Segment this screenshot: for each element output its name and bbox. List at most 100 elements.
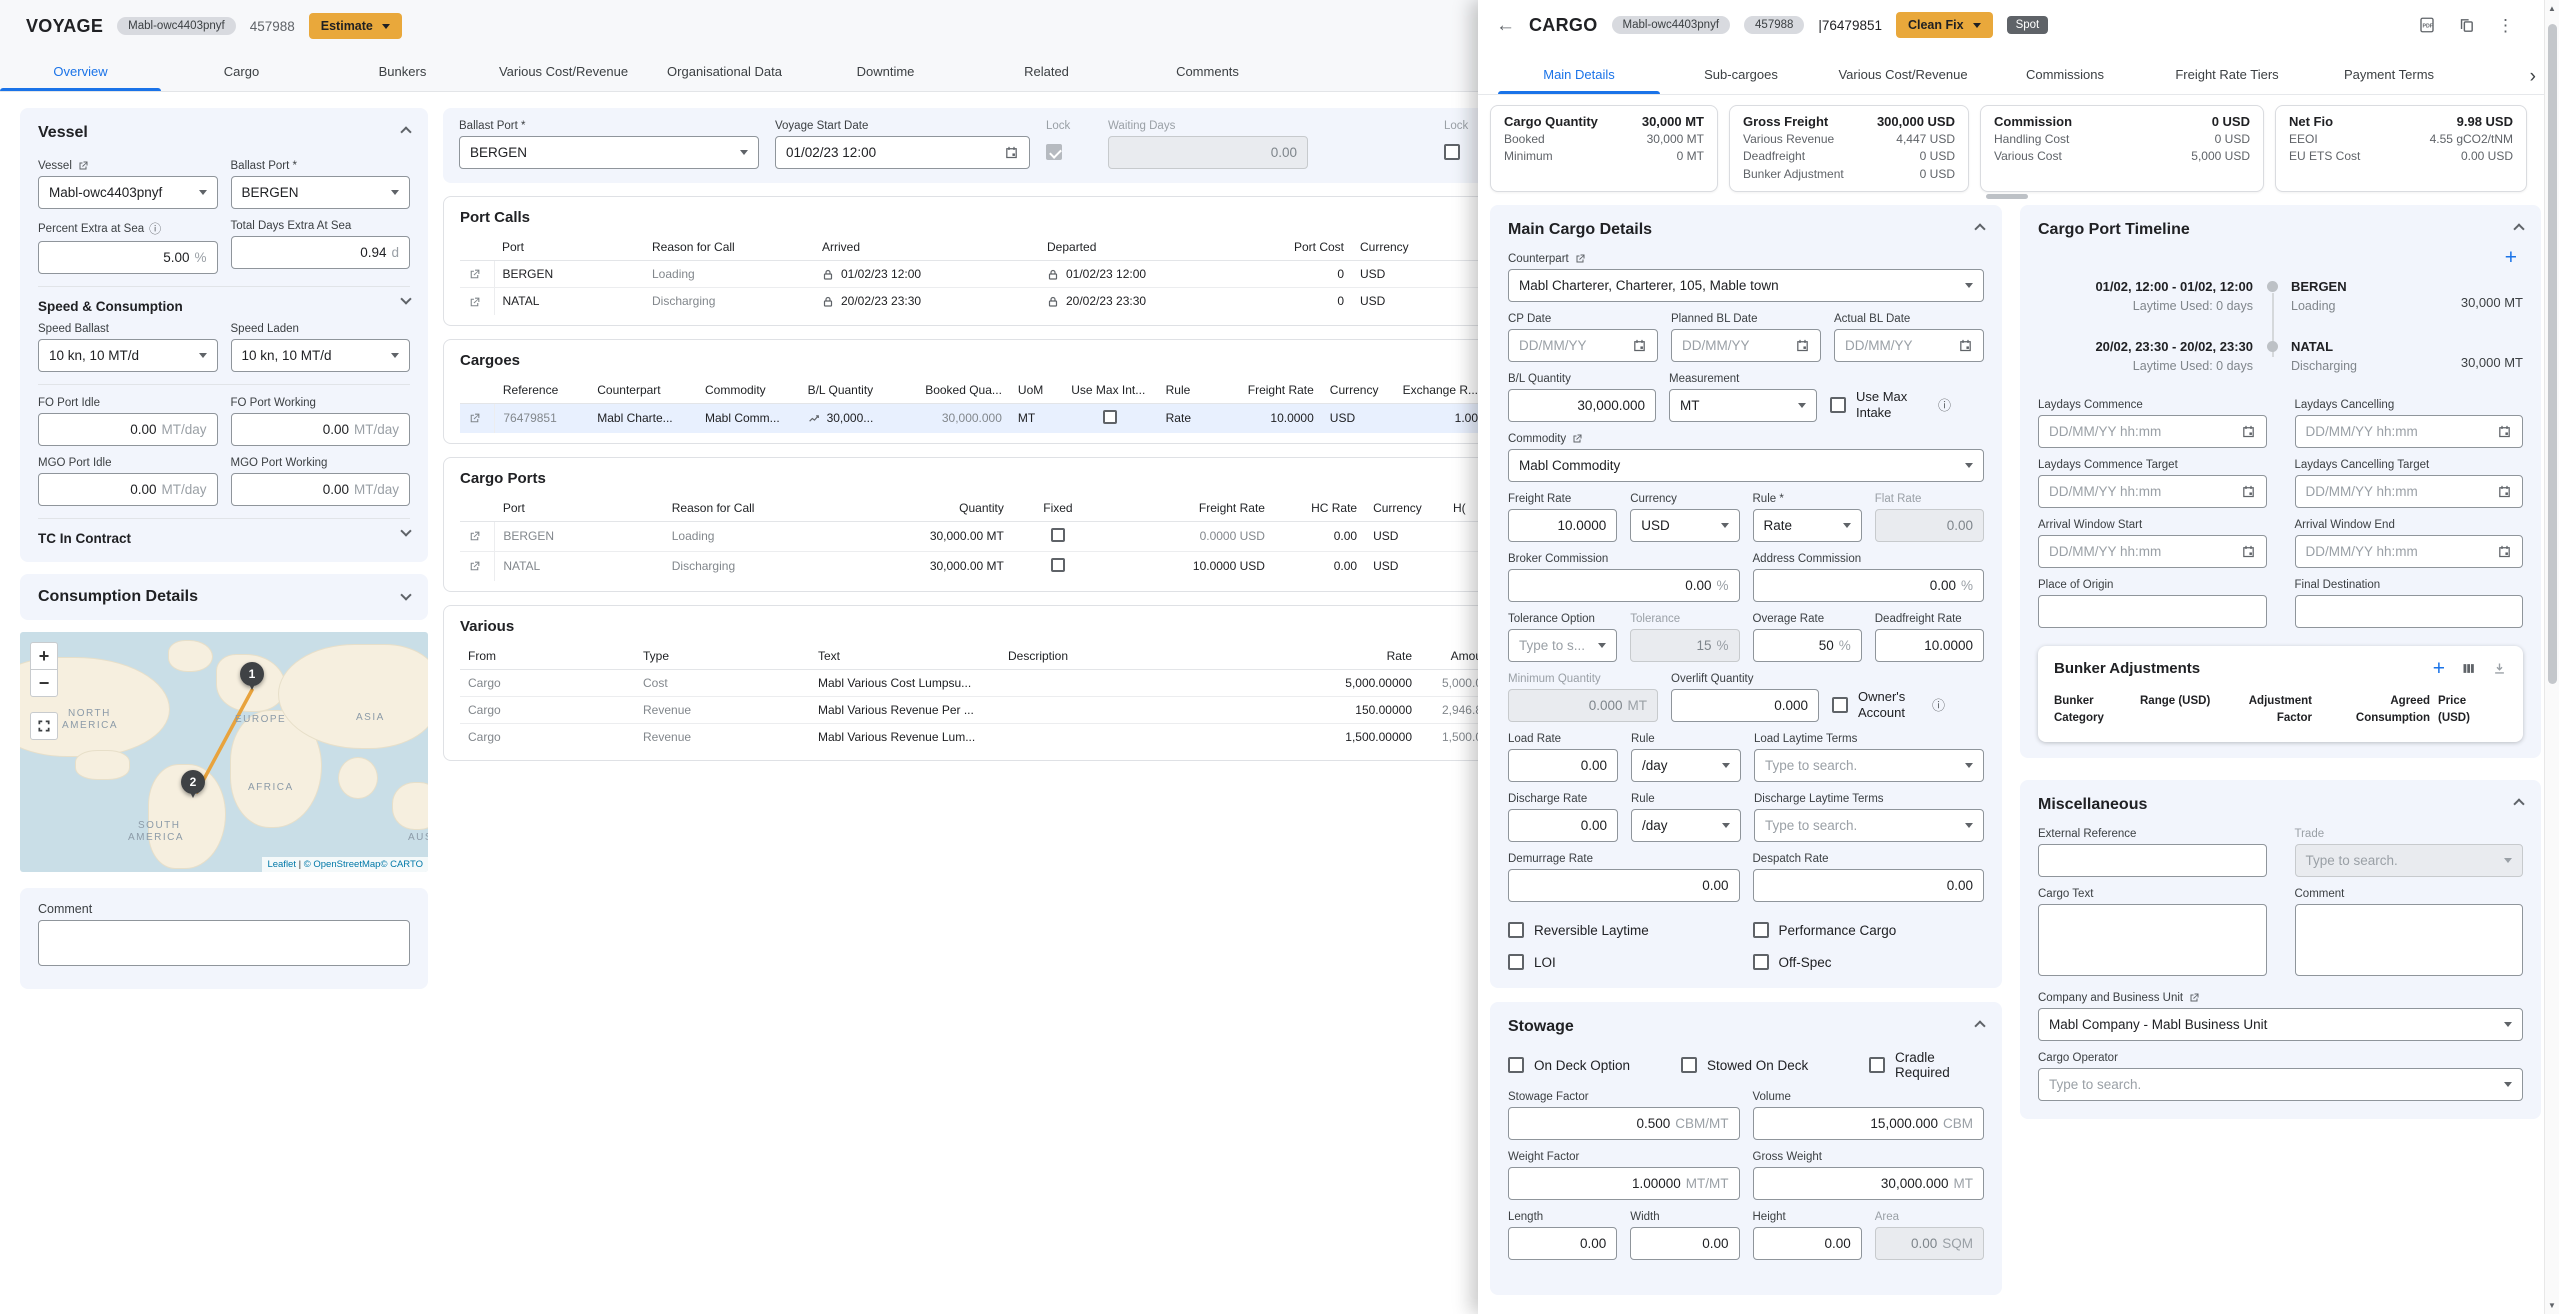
- scroll-down-icon[interactable]: ▼: [2548, 1301, 2556, 1310]
- calendar-icon[interactable]: [2241, 544, 2256, 559]
- rule-select[interactable]: Rate: [1753, 509, 1862, 542]
- stowed-on-deck-checkbox[interactable]: [1681, 1057, 1697, 1073]
- expand-icon[interactable]: [400, 293, 411, 304]
- map-marker-1[interactable]: 1: [240, 662, 264, 686]
- actual-bl-date-input[interactable]: DD/MM/YY: [1834, 329, 1984, 362]
- discharge-rate-input[interactable]: 0.00: [1508, 809, 1618, 842]
- collapse-icon[interactable]: [1974, 223, 1985, 234]
- laydays-commence-input[interactable]: DD/MM/YY hh:mm: [2038, 415, 2267, 448]
- carto-link[interactable]: © CARTO: [380, 859, 423, 870]
- discharge-laytime-terms-select[interactable]: Type to search.: [1754, 809, 1984, 842]
- measurement-select[interactable]: MT: [1669, 389, 1817, 422]
- place-of-origin-input[interactable]: [2038, 595, 2267, 628]
- ballast-port-select[interactable]: BERGEN: [231, 176, 411, 209]
- cp-date-input[interactable]: DD/MM/YY: [1508, 329, 1658, 362]
- calendar-icon[interactable]: [1632, 338, 1647, 353]
- open-in-new-icon[interactable]: [468, 530, 481, 543]
- tab-commissions[interactable]: Commissions: [1984, 58, 2146, 94]
- lock-checkbox[interactable]: [1444, 144, 1460, 160]
- width-input[interactable]: 0.00: [1630, 1227, 1739, 1260]
- arrival-window-start-input[interactable]: DD/MM/YY hh:mm: [2038, 535, 2267, 568]
- estimate-button[interactable]: Estimate: [309, 13, 402, 39]
- load-rate-input[interactable]: 0.00: [1508, 749, 1618, 782]
- mgo-port-idle-input[interactable]: 0.00MT/day: [38, 473, 218, 506]
- calendar-icon[interactable]: [1958, 338, 1973, 353]
- volume-input[interactable]: 15,000.000CBM: [1753, 1107, 1985, 1140]
- calendar-icon[interactable]: [2497, 424, 2512, 439]
- deadfreight-rate-input[interactable]: 10.0000: [1875, 629, 1984, 662]
- cargo-operator-select[interactable]: Type to search.: [2038, 1068, 2523, 1101]
- osm-link[interactable]: © OpenStreetMap: [304, 859, 381, 870]
- laydays-cancelling-input[interactable]: DD/MM/YY hh:mm: [2295, 415, 2524, 448]
- fixed-checkbox[interactable]: [1051, 558, 1065, 572]
- calendar-icon[interactable]: [2497, 544, 2512, 559]
- copy-icon[interactable]: [2458, 17, 2475, 34]
- clean-fix-button[interactable]: Clean Fix: [1896, 12, 1993, 38]
- open-in-new-icon[interactable]: [468, 296, 481, 309]
- use-max-intake-checkbox[interactable]: [1830, 397, 1846, 413]
- columns-icon[interactable]: [2461, 661, 2476, 676]
- open-in-new-icon[interactable]: [2188, 992, 2200, 1004]
- ballast-port-select[interactable]: BERGEN: [459, 136, 759, 169]
- weight-factor-input[interactable]: 1.00000MT/MT: [1508, 1167, 1740, 1200]
- scroll-up-icon[interactable]: ▲: [2548, 4, 2556, 13]
- counterpart-select[interactable]: Mabl Charterer, Charterer, 105, Mable to…: [1508, 269, 1984, 302]
- tab-organisational-data[interactable]: Organisational Data: [644, 55, 805, 91]
- scrollbar-thumb[interactable]: [2548, 24, 2557, 684]
- stowage-factor-input[interactable]: 0.500CBM/MT: [1508, 1107, 1740, 1140]
- collapse-icon[interactable]: [2513, 798, 2524, 809]
- tab-sub-cargoes[interactable]: Sub-cargoes: [1660, 58, 1822, 94]
- open-in-new-icon[interactable]: [468, 412, 481, 425]
- tab-comments[interactable]: Comments: [1127, 55, 1288, 91]
- tab-bunkers[interactable]: Bunkers: [322, 55, 483, 91]
- use-max-intake-checkbox[interactable]: [1103, 410, 1117, 424]
- voyage-start-date-input[interactable]: 01/02/23 12:00: [775, 136, 1030, 169]
- cradle-required-checkbox[interactable]: [1869, 1057, 1885, 1073]
- broker-commission-input[interactable]: 0.00%: [1508, 569, 1740, 602]
- tolerance-option-select[interactable]: Type to s...: [1508, 629, 1617, 662]
- mgo-port-working-input[interactable]: 0.00MT/day: [231, 473, 411, 506]
- tab-freight-rate-tiers[interactable]: Freight Rate Tiers: [2146, 58, 2308, 94]
- off-spec-checkbox[interactable]: [1753, 954, 1769, 970]
- download-icon[interactable]: [2492, 661, 2507, 676]
- leaflet-link[interactable]: Leaflet: [267, 859, 296, 870]
- gross-weight-input[interactable]: 30,000.000MT: [1753, 1167, 1985, 1200]
- tab-main-details[interactable]: Main Details: [1498, 58, 1660, 94]
- load-rule-select[interactable]: /day: [1631, 749, 1741, 782]
- horizontal-scrollbar-thumb[interactable]: [1986, 194, 2028, 199]
- demurrage-rate-input[interactable]: 0.00: [1508, 869, 1740, 902]
- map-zoom-out-button[interactable]: −: [30, 669, 58, 697]
- on-deck-option-checkbox[interactable]: [1508, 1057, 1524, 1073]
- open-in-new-icon[interactable]: [77, 160, 89, 172]
- calendar-icon[interactable]: [2241, 484, 2256, 499]
- open-in-new-icon[interactable]: [468, 560, 481, 573]
- overlift-quantity-input[interactable]: 0.000: [1671, 689, 1819, 722]
- tab-payment-terms[interactable]: Payment Terms: [2308, 58, 2470, 94]
- bl-quantity-input[interactable]: 30,000.000: [1508, 389, 1656, 422]
- calendar-icon[interactable]: [1795, 338, 1810, 353]
- length-input[interactable]: 0.00: [1508, 1227, 1617, 1260]
- percent-extra-input[interactable]: 5.00%: [38, 241, 218, 274]
- collapse-icon[interactable]: [1974, 1020, 1985, 1031]
- add-timeline-entry-icon[interactable]: +: [2505, 246, 2517, 269]
- external-reference-input[interactable]: [2038, 844, 2267, 877]
- planned-bl-date-input[interactable]: DD/MM/YY: [1671, 329, 1821, 362]
- commodity-select[interactable]: Mabl Commodity: [1508, 449, 1984, 482]
- speed-ballast-select[interactable]: 10 kn, 10 MT/d: [38, 339, 218, 372]
- arrival-window-end-input[interactable]: DD/MM/YY hh:mm: [2295, 535, 2524, 568]
- address-commission-input[interactable]: 0.00%: [1753, 569, 1985, 602]
- company-business-unit-select[interactable]: Mabl Company - Mabl Business Unit: [2038, 1008, 2523, 1041]
- discharge-rule-select[interactable]: /day: [1631, 809, 1741, 842]
- route-map[interactable]: NORTH AMERICA EUROPE ASIA AFRICA SOUTH A…: [20, 632, 428, 872]
- final-destination-input[interactable]: [2295, 595, 2524, 628]
- various-row[interactable]: Cargo Cost Mabl Various Cost Lumpsu... 5…: [460, 669, 1490, 696]
- back-arrow-icon[interactable]: ←: [1496, 16, 1515, 35]
- tabs-scroll-right-icon[interactable]: ›: [2530, 66, 2536, 88]
- tab-downtime[interactable]: Downtime: [805, 55, 966, 91]
- tab-various-cost-revenue[interactable]: Various Cost/Revenue: [483, 55, 644, 91]
- vertical-scrollbar[interactable]: ▲ ▼: [2544, 0, 2559, 1314]
- performance-cargo-checkbox[interactable]: [1753, 922, 1769, 938]
- reversible-laytime-checkbox[interactable]: [1508, 922, 1524, 938]
- tab-related[interactable]: Related: [966, 55, 1127, 91]
- map-fullscreen-button[interactable]: [30, 712, 58, 740]
